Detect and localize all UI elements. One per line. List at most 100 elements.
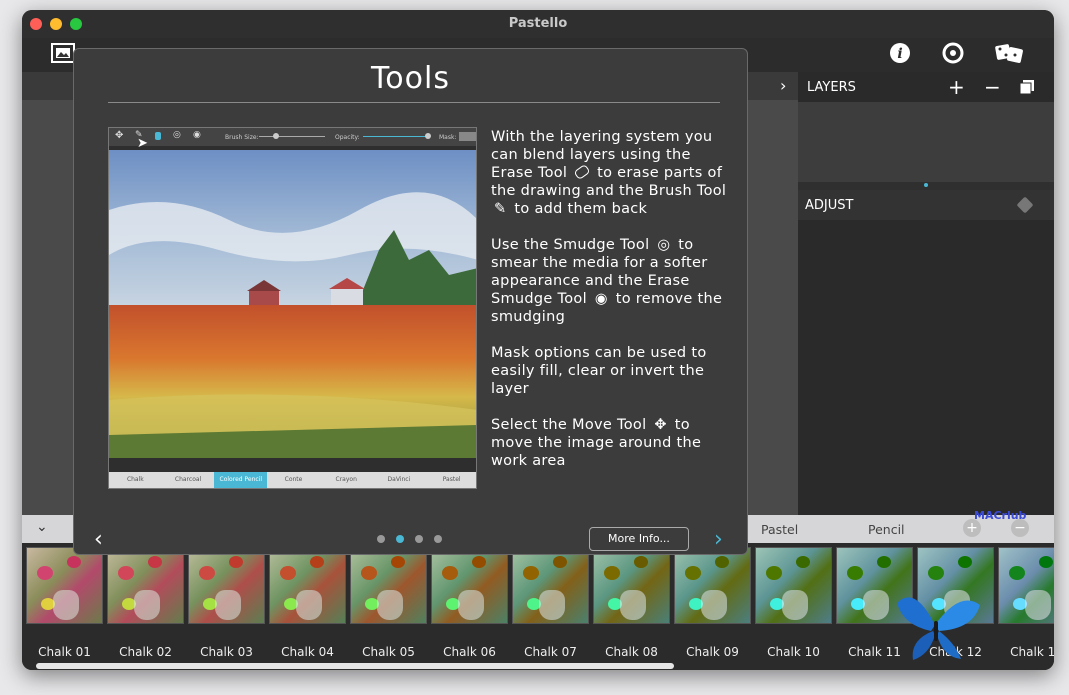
flower-shape [199,566,215,580]
more-info-button[interactable]: More Info... [589,527,689,551]
preset-thumbnail[interactable] [512,547,589,624]
category-pencil[interactable]: Pencil [868,522,905,537]
page-dot-2[interactable] [396,535,404,543]
adjust-label: ADJUST [805,198,854,213]
tulip-field-image [109,150,476,458]
screenshot-tab: Colored Pencil [214,472,268,488]
vase-shape [539,590,565,620]
preset-label[interactable]: Chalk 07 [512,645,589,659]
flower-shape [553,556,567,568]
preset-thumbnail[interactable] [998,547,1054,624]
paragraph-mask: Mask options can be used to easily fill,… [491,345,707,397]
preset-thumbnail[interactable] [107,547,184,624]
category-pastel[interactable]: Pastel [761,522,798,537]
vase-shape [863,590,889,620]
cursor-icon: ➤ [137,136,148,151]
title-divider [108,102,720,103]
preset-thumbnail[interactable] [674,547,751,624]
add-category-button[interactable]: + [963,519,981,537]
preset-label[interactable]: Chalk 09 [674,645,751,659]
dialog-title: Tools [371,61,450,96]
minimize-window-button[interactable] [50,18,62,30]
preset-label[interactable]: Chalk 08 [593,645,670,659]
splitter-handle[interactable] [924,183,928,187]
opacity-slider [363,136,429,137]
flower-shape [148,556,162,568]
paragraph-layering-part3: to add them back [514,201,648,217]
layers-list[interactable] [798,102,1054,182]
duplicate-layer-icon[interactable] [1019,80,1034,98]
dice-icon[interactable] [1016,196,1034,218]
screenshot-tab: DaVinci [387,476,411,483]
vase-shape [620,590,646,620]
vase-shape [458,590,484,620]
settings-icon[interactable] [940,41,966,67]
flower-shape [523,566,539,580]
page-dot-3[interactable] [415,535,423,543]
preset-thumbnail[interactable] [755,547,832,624]
chevron-right-icon[interactable]: › [780,76,786,95]
flower-shape [229,556,243,568]
remove-category-button[interactable]: − [1011,519,1029,537]
preset-label[interactable]: Chalk 02 [107,645,184,659]
flower-shape [1009,566,1025,580]
brush-size-label: Brush Size: [225,134,259,141]
paragraph-smudge: Use the Smudge Tool ◎ to smear the media… [491,236,727,326]
preset-label[interactable]: Chalk 13 [998,645,1054,659]
erase-smudge-tool-icon: ◉ [594,291,608,307]
flower-shape [37,566,53,580]
previous-page-button[interactable]: ‹ [94,527,103,552]
preset-label[interactable]: Chalk 03 [188,645,265,659]
brush-tool-icon: ✎ [494,201,507,217]
window-title: Pastello [508,16,568,31]
smudge-tool-icon: ◎ [657,237,671,253]
add-layer-button[interactable]: + [948,75,965,99]
preset-label[interactable]: Chalk 04 [269,645,346,659]
screenshot-tab: Chalk [126,476,144,483]
preset-thumbnail[interactable] [350,547,427,624]
flower-shape [928,566,944,580]
preset-thumbnail[interactable] [593,547,670,624]
adjust-header: ADJUST [798,190,1054,220]
remove-layer-button[interactable]: − [984,75,1001,99]
close-window-button[interactable] [30,18,42,30]
preset-label[interactable]: Chalk 05 [350,645,427,659]
butterfly-logo [897,597,980,660]
tools-help-dialog: Tools ✥ ✎ ◎ ◉ Brush Size: Opacity: Mask:… [73,48,748,555]
screenshot-tab: Conte [284,476,303,483]
screenshot-toolbar: ✥ ✎ ◎ ◉ Brush Size: Opacity: Mask: [109,128,476,146]
svg-text:i: i [897,46,902,62]
preset-thumbnail[interactable] [431,547,508,624]
preset-thumbnail[interactable] [269,547,346,624]
layers-header: LAYERS + − [798,72,1054,102]
vase-shape [134,590,160,620]
screenshot-tab: Pastel [442,476,461,483]
preset-label[interactable]: Chalk 10 [755,645,832,659]
info-icon[interactable]: i [887,41,913,67]
page-dot-4[interactable] [434,535,442,543]
filmstrip-scrollbar[interactable] [36,663,674,669]
next-page-button[interactable]: › [714,527,723,552]
vase-shape [53,590,79,620]
page-dot-1[interactable] [377,535,385,543]
preset-label[interactable]: Chalk 01 [26,645,103,659]
opacity-label: Opacity: [335,134,360,141]
chevron-down-icon[interactable]: ⌄ [36,519,48,535]
vase-shape [1025,590,1051,620]
smudge-tool-icon: ◎ [173,130,181,140]
flower-shape [67,556,81,568]
flower-shape [604,566,620,580]
flower-shape [391,556,405,568]
vase-shape [782,590,808,620]
right-panel: LAYERS + − ADJUST [798,72,1054,515]
dice-icon[interactable] [994,41,1023,67]
title-bar: Pastello [22,10,1054,38]
zoom-window-button[interactable] [70,18,82,30]
erase-tool-icon [573,163,591,181]
preset-label[interactable]: Chalk 06 [431,645,508,659]
brush-size-slider [259,136,325,137]
brush-size-knob [273,133,279,139]
preset-thumbnail[interactable] [26,547,103,624]
preset-thumbnail[interactable] [188,547,265,624]
flower-shape [361,566,377,580]
